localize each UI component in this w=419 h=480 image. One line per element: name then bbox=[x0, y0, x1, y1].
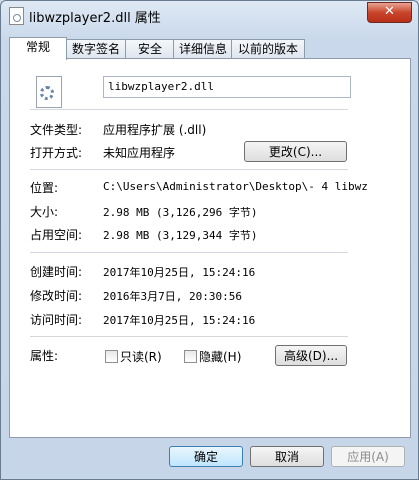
divider bbox=[30, 336, 348, 337]
size-value: 2.98 MB (3,126,296 字节) bbox=[103, 206, 258, 219]
modified-label: 修改时间: bbox=[30, 289, 83, 303]
location-label: 位置: bbox=[30, 181, 59, 195]
hidden-label[interactable]: 隐藏(H) bbox=[199, 348, 241, 365]
file-icon bbox=[9, 7, 24, 25]
accessed-label: 访问时间: bbox=[30, 313, 83, 327]
readonly-label[interactable]: 只读(R) bbox=[120, 348, 162, 365]
tab-security[interactable]: 安全 bbox=[125, 39, 175, 58]
divider bbox=[30, 252, 348, 253]
window-title: libwzplayer2.dll 属性 bbox=[29, 11, 161, 26]
advanced-button[interactable]: 高级(D)... bbox=[275, 345, 347, 366]
tab-digital-signatures[interactable]: 数字签名 bbox=[65, 39, 127, 58]
general-tab-panel: libwzplayer2.dll 文件类型: 应用程序扩展 (.dll) 打开方… bbox=[9, 58, 411, 438]
tab-general[interactable]: 常规 bbox=[9, 37, 67, 60]
file-name-field[interactable]: libwzplayer2.dll bbox=[103, 76, 351, 98]
opens-with-value: 未知应用程序 bbox=[103, 146, 176, 160]
hidden-checkbox[interactable] bbox=[184, 350, 197, 363]
apply-button[interactable]: 应用(A) bbox=[331, 446, 405, 467]
divider bbox=[30, 109, 348, 110]
modified-value: 2016年3月7日, 20:30:56 bbox=[103, 290, 242, 303]
size-on-disk-value: 2.98 MB (3,129,344 字节) bbox=[103, 229, 258, 242]
properties-window: libwzplayer2.dll 属性 ✕ 常规 数字签名 安全 详细信息 以前… bbox=[0, 0, 419, 480]
gear-icon bbox=[40, 86, 54, 100]
readonly-checkbox[interactable] bbox=[105, 350, 118, 363]
ok-button[interactable]: 确定 bbox=[169, 446, 243, 467]
created-label: 创建时间: bbox=[30, 265, 83, 279]
file-type-label: 文件类型: bbox=[30, 123, 83, 137]
size-on-disk-label: 占用空间: bbox=[30, 228, 83, 242]
tab-previous-versions[interactable]: 以前的版本 bbox=[231, 39, 305, 58]
created-value: 2017年10月25日, 15:24:16 bbox=[103, 266, 256, 279]
size-label: 大小: bbox=[30, 205, 59, 219]
location-value: C:\Users\Administrator\Desktop\- 4 libwz bbox=[103, 180, 368, 193]
tab-details[interactable]: 详细信息 bbox=[173, 39, 233, 58]
close-button[interactable]: ✕ bbox=[367, 2, 412, 23]
title-bar: libwzplayer2.dll 属性 ✕ bbox=[1, 1, 418, 29]
dll-file-icon bbox=[36, 76, 62, 108]
cancel-button[interactable]: 取消 bbox=[250, 446, 324, 467]
file-type-value: 应用程序扩展 (.dll) bbox=[103, 123, 207, 137]
accessed-value: 2017年10月25日, 15:24:16 bbox=[103, 314, 256, 327]
change-button[interactable]: 更改(C)... bbox=[244, 141, 347, 162]
divider bbox=[30, 169, 348, 170]
attributes-label: 属性: bbox=[30, 349, 59, 363]
opens-with-label: 打开方式: bbox=[30, 146, 83, 160]
